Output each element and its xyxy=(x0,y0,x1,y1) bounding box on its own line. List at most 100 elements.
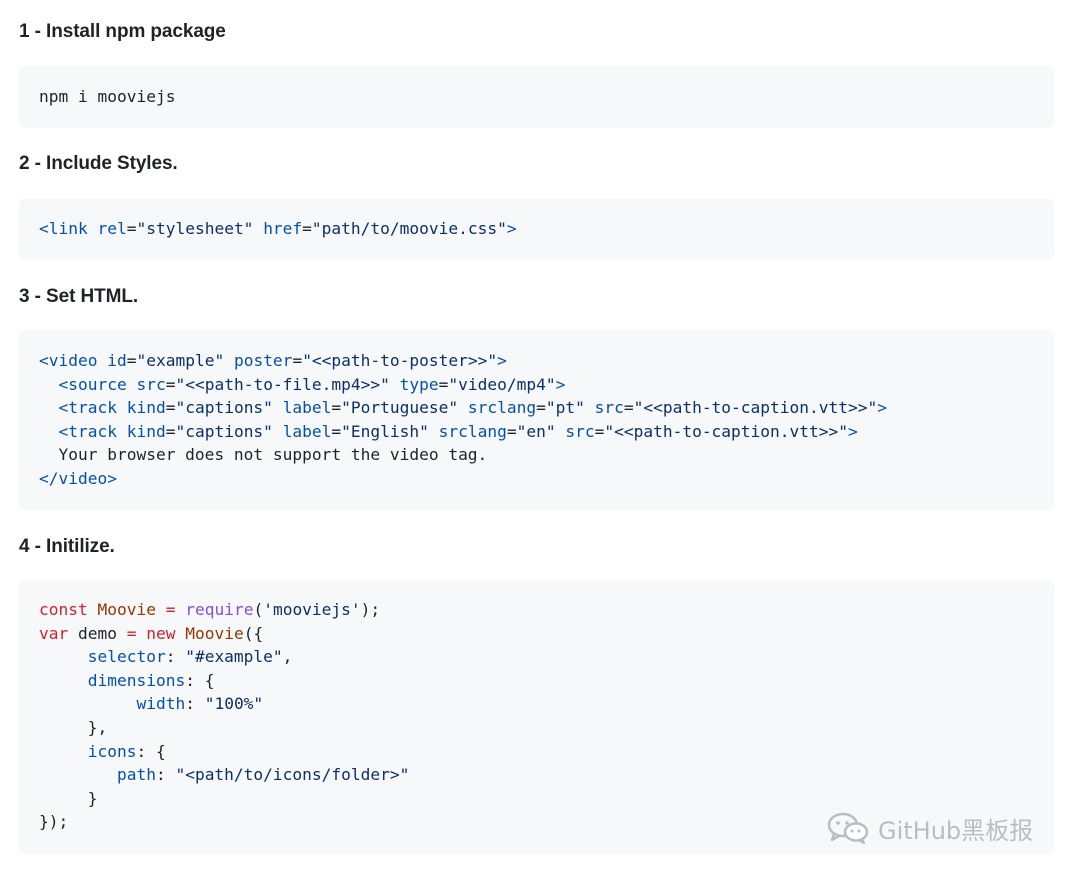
code-token: : xyxy=(185,694,205,714)
watermark-text: GitHub黑板报 xyxy=(878,816,1034,845)
js-code: const Moovie = require('mooviejs'); var … xyxy=(39,598,409,834)
code-token: "captions" xyxy=(175,421,273,441)
code-token: > xyxy=(497,351,507,370)
code-token: <track xyxy=(58,421,117,441)
code-token: type xyxy=(399,374,439,394)
code-token: label xyxy=(282,421,332,441)
code-token: "stylesheet" xyxy=(136,219,254,238)
code-token: ( xyxy=(253,600,264,619)
code-token: "pt" xyxy=(545,398,585,418)
code-token: src xyxy=(565,421,595,441)
code-token: srclang xyxy=(467,398,537,418)
code-token: rel xyxy=(97,219,127,238)
step-4-heading: 4 - Initilize. xyxy=(19,536,115,557)
step-2-heading: 2 - Include Styles. xyxy=(19,153,178,174)
code-token: "<<path-to-poster>>" xyxy=(302,351,498,370)
code-token: "<path/to/icons/folder>" xyxy=(175,765,410,785)
code-token: "video/mp4" xyxy=(448,374,556,394)
code-token: = xyxy=(292,351,303,370)
code-token: = xyxy=(331,421,342,441)
code-token: : { xyxy=(185,670,215,690)
code-token: : xyxy=(155,765,176,785)
code-token: = xyxy=(506,421,517,441)
code-token: , xyxy=(282,647,293,667)
code-token: = xyxy=(623,398,634,418)
code-token: "Portuguese" xyxy=(341,398,459,418)
step-1-heading: 1 - Install npm package xyxy=(19,21,226,42)
code-token: : { xyxy=(136,741,166,761)
code-token: = xyxy=(536,398,546,418)
code-token: Moovie xyxy=(97,600,156,619)
code-token: = xyxy=(438,374,449,394)
code-token: > xyxy=(877,398,887,418)
readme-page: 1 - Install npm package npm i mooviejs 2… xyxy=(0,0,1080,875)
code-token: <source xyxy=(58,374,127,394)
code-token: var xyxy=(39,623,69,643)
code-token: = xyxy=(165,600,176,619)
code-token: > xyxy=(555,374,566,394)
code-token: = xyxy=(331,398,342,418)
code-token: > xyxy=(506,219,517,238)
code-token: = xyxy=(594,421,605,441)
code-token: "<<path-to-caption.vtt>>" xyxy=(604,421,849,441)
code-token: = xyxy=(165,421,176,441)
code-token: "<<path-to-file.mp4>>" xyxy=(175,374,390,394)
code-token: ({ xyxy=(243,623,264,643)
code-token: "<<path-to-caption.vtt>>" xyxy=(633,398,878,418)
code-token: kind xyxy=(126,398,166,418)
code-token: require xyxy=(185,600,254,619)
code-token: > xyxy=(107,468,117,488)
code-token: <link xyxy=(39,219,88,238)
code-token: dimensions xyxy=(87,670,186,690)
code-token: src xyxy=(594,398,624,418)
code-token: const xyxy=(39,600,88,619)
code-token: selector xyxy=(87,647,166,667)
code-token: new xyxy=(146,623,176,643)
code-token: "path/to/moovie.css" xyxy=(311,219,507,238)
wechat-icon xyxy=(827,812,869,845)
code-token: width xyxy=(136,694,186,714)
code-token: Moovie xyxy=(185,623,244,643)
code-token: : xyxy=(165,647,186,667)
code-token: = xyxy=(302,219,312,238)
code-token: <track xyxy=(58,398,117,418)
code-token: demo xyxy=(68,623,127,643)
code-token: "captions" xyxy=(175,398,273,418)
code-token: id xyxy=(107,351,127,370)
styles-code: <link rel="stylesheet" href="path/to/moo… xyxy=(39,217,517,241)
code-token: = xyxy=(165,398,176,418)
code-token: src xyxy=(136,374,166,394)
code-token: Your browser does not support the video … xyxy=(39,445,488,465)
code-token: "100%" xyxy=(204,694,264,714)
code-token: } xyxy=(39,788,98,808)
code-token: icons xyxy=(87,741,137,761)
code-token: label xyxy=(282,398,332,418)
code-token: srclang xyxy=(438,421,507,441)
code-token: </video xyxy=(39,468,108,488)
code-token: kind xyxy=(126,421,166,441)
step-3-heading: 3 - Set HTML. xyxy=(19,286,139,307)
code-token: <video xyxy=(39,351,98,370)
code-token: }, xyxy=(39,717,108,737)
